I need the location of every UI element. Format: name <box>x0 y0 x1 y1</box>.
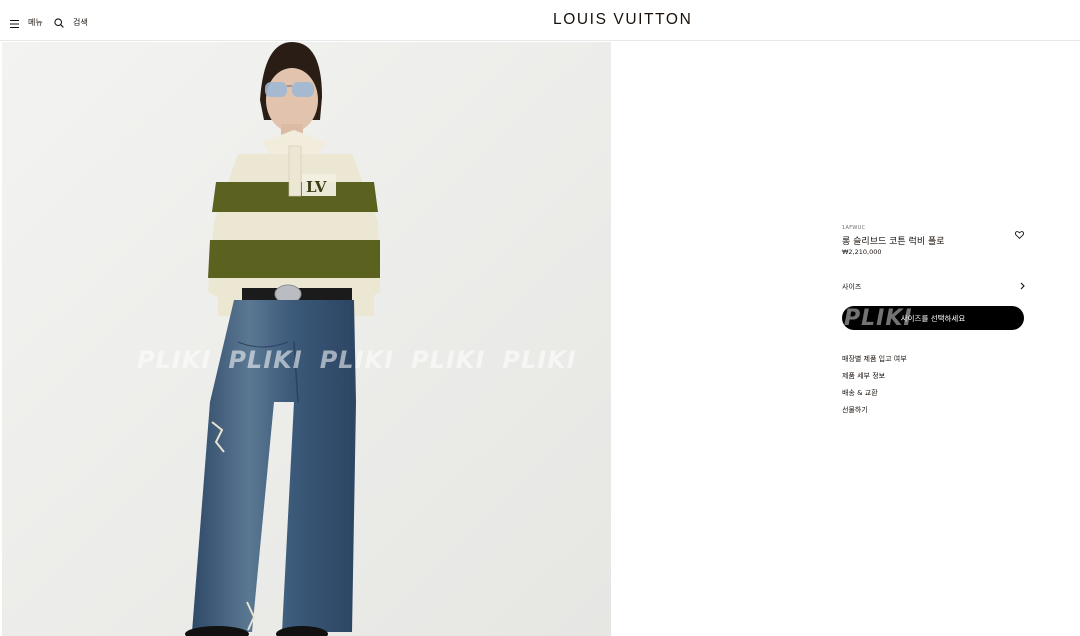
brand-logo[interactable]: LOUIS VUITTON <box>553 11 692 29</box>
search-label: 검색 <box>73 18 88 27</box>
store-availability-link[interactable]: 매장별 제품 입고 여부 <box>842 354 907 371</box>
size-label: 사이즈 <box>842 283 862 291</box>
chevron-right-icon <box>1020 275 1025 294</box>
menu-label: 메뉴 <box>28 18 43 27</box>
product-price: ₩2,210,000 <box>842 248 882 256</box>
watermark: PLIKI <box>411 346 486 374</box>
svg-text:LV: LV <box>306 178 327 196</box>
product-sku: 1AFWUC <box>842 225 866 231</box>
model-photo: LV <box>2 42 611 636</box>
search-icon <box>54 13 64 32</box>
watermark: PLIKI <box>319 346 395 374</box>
gift-link[interactable]: 선물하기 <box>842 405 907 422</box>
hamburger-icon <box>10 13 19 32</box>
product-details-link[interactable]: 제품 세부 정보 <box>842 371 907 388</box>
menu-button[interactable]: 메뉴 <box>10 13 43 32</box>
watermark: PLIKI <box>137 346 212 374</box>
site-header: 메뉴 검색 LOUIS VUITTON <box>0 0 1080 41</box>
size-selector[interactable]: 사이즈 <box>842 274 1025 291</box>
heart-icon[interactable] <box>1014 224 1025 243</box>
product-name: 롱 슬리브드 코튼 럭비 폴로 <box>842 237 945 247</box>
delivery-returns-link[interactable]: 배송 & 교환 <box>842 388 907 405</box>
watermark-row: PLIKI PLIKI PLIKI PLIKI PLIKI <box>137 346 577 374</box>
select-size-button[interactable]: PLIKI 사이즈를 선택하세요 <box>842 306 1024 330</box>
watermark: PLIKI <box>228 346 303 374</box>
watermark: PLIKI <box>502 346 577 374</box>
search-button[interactable]: 검색 <box>54 13 88 32</box>
product-info-links: 매장별 제품 입고 여부 제품 세부 정보 배송 & 교환 선물하기 <box>842 354 907 422</box>
product-image: LV PLIKI PLIKI PLIKI PLIKI PLIKI <box>2 42 611 636</box>
select-size-label: 사이즈를 선택하세요 <box>900 314 966 323</box>
